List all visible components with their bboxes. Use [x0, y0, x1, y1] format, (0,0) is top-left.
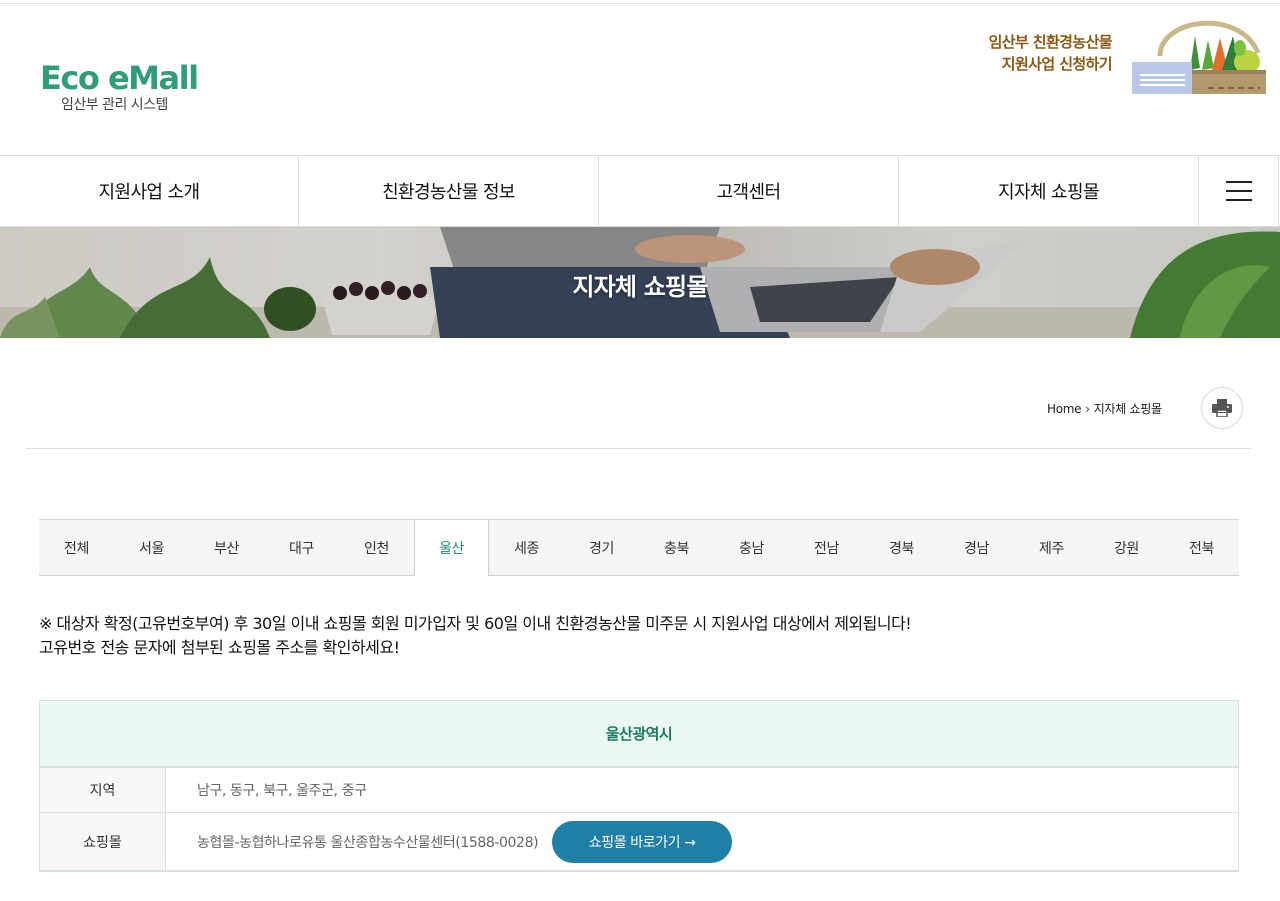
logo-subtitle: 임산부 관리 시스템	[61, 97, 168, 113]
hamburger-bar	[1225, 199, 1252, 201]
tab-gyeongnam[interactable]: 경남	[939, 520, 1014, 576]
vegetable-basket-icon[interactable]	[1130, 8, 1270, 98]
nav-item-customer-center[interactable]: 고객센터	[599, 156, 899, 226]
tab-chungbuk[interactable]: 충북	[639, 520, 714, 576]
tab-daegu[interactable]: 대구	[264, 520, 339, 576]
table-row: 지역 남구, 동구, 북구, 울주군, 중구	[39, 767, 1239, 812]
hamburger-bar	[1225, 190, 1252, 192]
notice-line-2: 고유번호 전송 문자에 첨부된 쇼핑몰 주소를 확인하세요!	[39, 638, 400, 657]
tab-gyeonggi[interactable]: 경기	[564, 520, 639, 576]
hamburger-bar	[1225, 181, 1252, 183]
page-banner: 지자체 쇼핑몰	[0, 227, 1280, 338]
hamburger-icon[interactable]	[1199, 156, 1279, 226]
top-divider	[0, 3, 1280, 4]
tab-jeju[interactable]: 제주	[1014, 520, 1089, 576]
tab-seoul[interactable]: 서울	[114, 520, 189, 576]
nav-item-local-malls[interactable]: 지자체 쇼핑몰	[899, 156, 1199, 226]
mall-cell: 농협몰-농협하나로유통 울산종합농수산물센터(1588-0028) 쇼핑몰 바로…	[166, 813, 1238, 870]
region-tabs: 전체 서울 부산 대구 인천 울산 세종 경기 충북 충남 전남 경북 경남 제…	[39, 519, 1239, 577]
notice-line-1: ※ 대상자 확정(고유번호부여) 후 30일 이내 쇼핑몰 회원 미가입자 및 …	[39, 614, 912, 633]
tab-chungnam[interactable]: 충남	[714, 520, 789, 576]
banner-title: 지자체 쇼핑몰	[572, 273, 708, 301]
go-to-mall-button[interactable]: 쇼핑몰 바로가기 →	[552, 820, 733, 863]
table-row: 쇼핑몰 농협몰-농협하나로유통 울산종합농수산물센터(1588-0028) 쇼핑…	[39, 812, 1239, 871]
region-header: 지역	[40, 768, 166, 812]
apply-line-2: 지원사업 신청하기	[1001, 55, 1113, 73]
site-logo[interactable]: Eco eMall 임산부 관리 시스템	[40, 59, 199, 114]
tab-all[interactable]: 전체	[39, 520, 114, 576]
content-divider	[26, 448, 1251, 449]
region-value: 남구, 동구, 북구, 울주군, 중구	[197, 783, 367, 799]
tab-busan[interactable]: 부산	[189, 520, 264, 576]
nav-item-eco-products[interactable]: 친환경농산물 정보	[299, 156, 599, 226]
breadcrumb-current[interactable]: 지자체 쇼핑몰	[1094, 400, 1162, 417]
logo-title: Eco eMall	[40, 59, 199, 97]
notice-text: ※ 대상자 확정(고유번호부여) 후 30일 이내 쇼핑몰 회원 미가입자 및 …	[39, 612, 912, 660]
mall-header: 쇼핑몰	[40, 813, 166, 870]
mall-value: 농협몰-농협하나로유통 울산종합농수산물센터(1588-0028)	[197, 834, 539, 851]
table-title: 울산광역시	[40, 701, 1238, 767]
print-button[interactable]	[1201, 387, 1243, 429]
tab-jeonbuk[interactable]: 전북	[1164, 520, 1239, 576]
tab-jeonnam[interactable]: 전남	[789, 520, 864, 576]
breadcrumb-home[interactable]: Home	[1047, 402, 1082, 416]
mall-table: 울산광역시 지역 남구, 동구, 북구, 울주군, 중구 쇼핑몰 농협몰-농협하…	[39, 700, 1239, 872]
apply-support-link[interactable]: 임산부 친환경농산물 지원사업 신청하기	[988, 31, 1113, 75]
tab-incheon[interactable]: 인천	[339, 520, 414, 576]
tab-sejong[interactable]: 세종	[489, 520, 564, 576]
nav-item-support-intro[interactable]: 지원사업 소개	[0, 156, 299, 226]
breadcrumb: Home › 지자체 쇼핑몰	[1047, 400, 1162, 417]
tab-gyeongbuk[interactable]: 경북	[864, 520, 939, 576]
tab-gangwon[interactable]: 강원	[1089, 520, 1164, 576]
printer-icon	[1212, 399, 1232, 417]
main-nav: 지원사업 소개 친환경농산물 정보 고객센터 지자체 쇼핑몰	[0, 155, 1280, 227]
chevron-right-icon: ›	[1085, 401, 1090, 416]
tab-ulsan[interactable]: 울산	[414, 520, 489, 577]
apply-line-1: 임산부 친환경농산물	[988, 33, 1113, 51]
